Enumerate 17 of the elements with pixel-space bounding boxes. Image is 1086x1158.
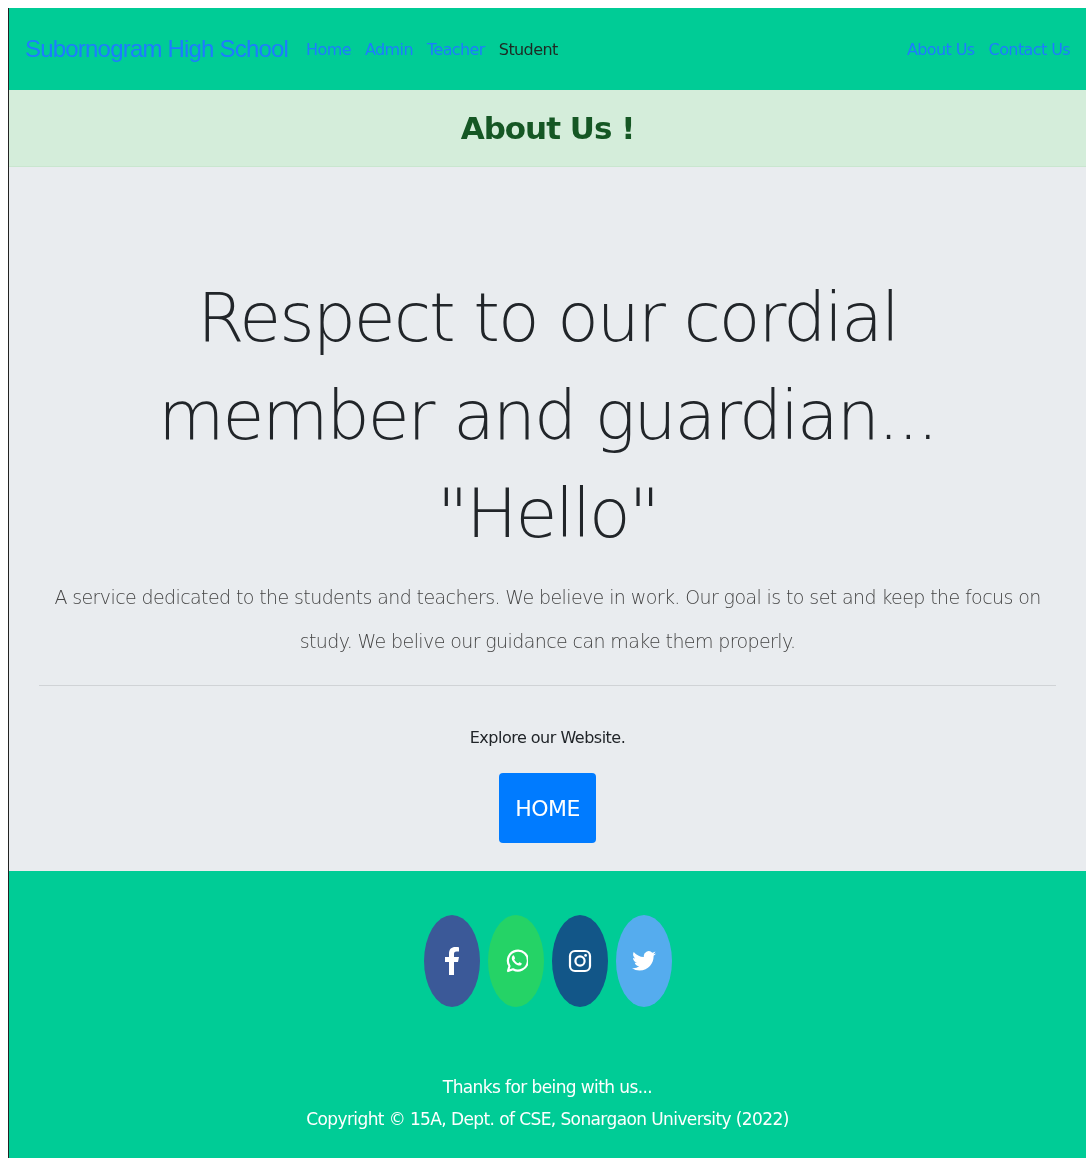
page-title: About Us ! bbox=[460, 110, 635, 146]
instagram-icon bbox=[567, 949, 592, 973]
nav-link[interactable]: About Us bbox=[906, 39, 975, 59]
thanks-text: Thanks for being with us... bbox=[442, 1077, 653, 1097]
nav-link[interactable]: Home bbox=[306, 39, 351, 59]
nav-link[interactable]: Teacher bbox=[426, 39, 485, 59]
explore-text: Explore our Website. bbox=[469, 728, 626, 747]
brand-link[interactable]: Subornogram High School bbox=[25, 35, 289, 63]
lead-text: A service dedicated to the students and teachers. We believe in work. Our goal is to set and keep the focus on study. We belive our guidance can make them properly. bbox=[53, 585, 1042, 654]
nav-link[interactable]: Contact Us bbox=[988, 39, 1070, 59]
twitter-icon bbox=[631, 951, 656, 971]
home-button[interactable]: HOME bbox=[499, 773, 596, 843]
nav-link[interactable]: Student bbox=[498, 39, 558, 59]
nav-link[interactable]: Admin bbox=[364, 39, 413, 59]
hero-heading: Respect to our cordial member and guardian... "Hello" bbox=[157, 277, 938, 555]
facebook-icon bbox=[444, 947, 459, 975]
copyright-text: Copyright © 15A, Dept. of CSE, Sonargaon University (2022) bbox=[306, 1109, 789, 1129]
